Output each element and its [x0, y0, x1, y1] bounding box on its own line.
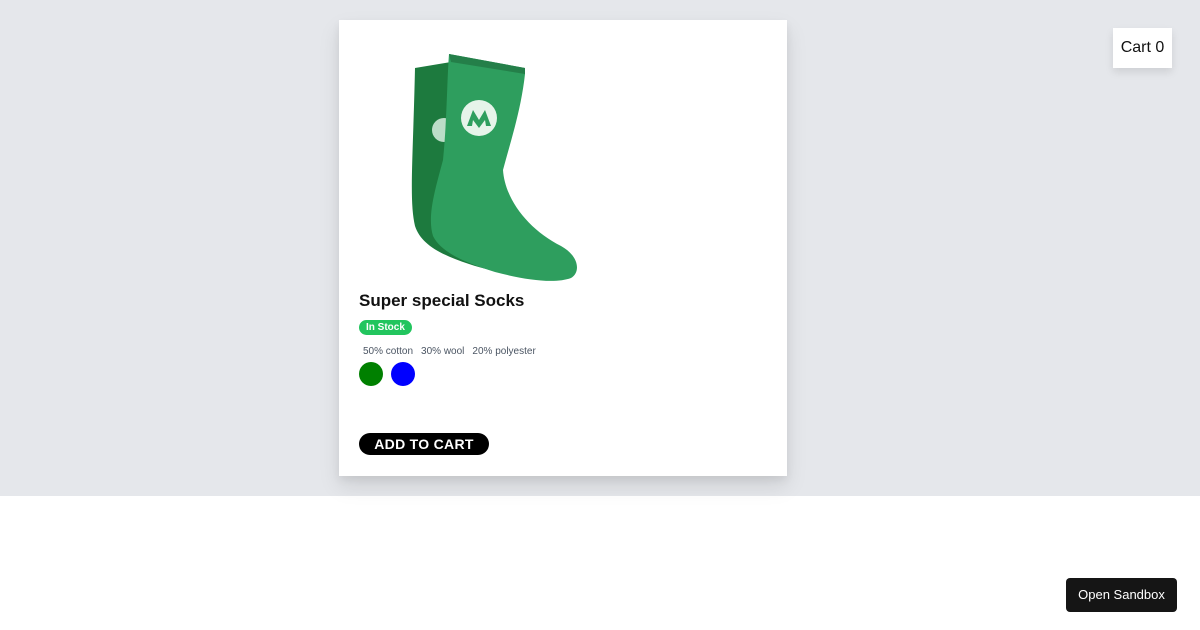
color-swatch-green[interactable]	[359, 362, 383, 386]
stock-status-badge: In Stock	[359, 320, 412, 335]
product-image	[359, 40, 607, 288]
material-tag: 20% polyester	[472, 346, 536, 357]
cart-button[interactable]: Cart 0	[1113, 28, 1172, 68]
materials-list: 50% cotton 30% wool 20% polyester	[359, 345, 540, 358]
material-tag: 50% cotton	[363, 346, 414, 357]
cart-label: Cart	[1120, 39, 1151, 56]
product-title: Super special Socks	[359, 291, 525, 310]
color-options	[359, 362, 415, 386]
color-swatch-blue[interactable]	[391, 362, 415, 386]
cart-count: 0	[1155, 39, 1165, 56]
product-card: Super special Socks In Stock 50% cotton …	[339, 20, 787, 476]
add-to-cart-button[interactable]: ADD TO CART	[359, 433, 489, 455]
open-sandbox-button[interactable]: Open Sandbox	[1066, 578, 1177, 612]
material-tag: 30% wool	[421, 346, 465, 357]
socks-icon	[411, 54, 577, 281]
